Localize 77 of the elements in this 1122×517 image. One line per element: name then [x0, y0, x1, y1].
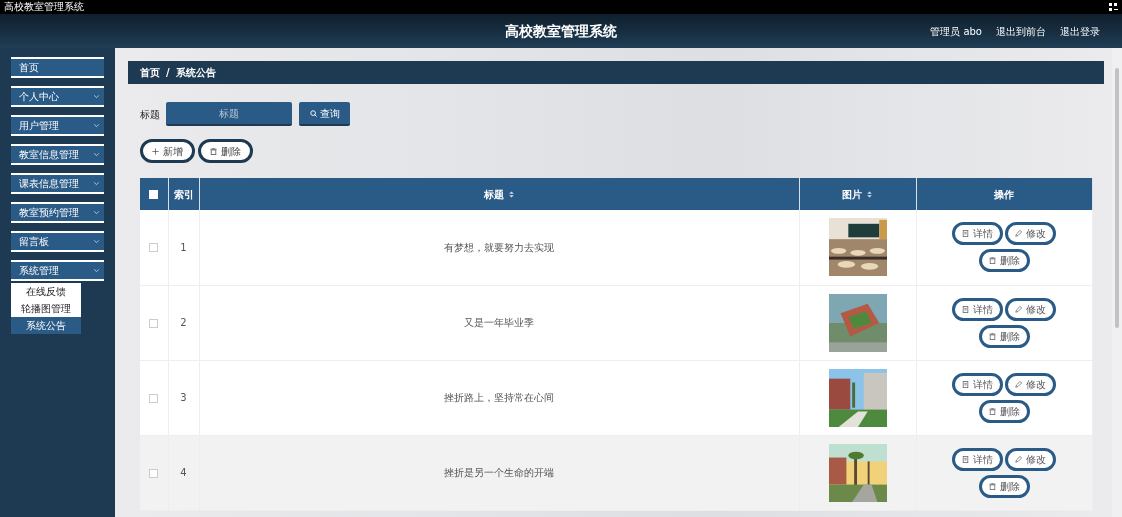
sidebar-item[interactable]: 教室信息管理 [11, 144, 104, 165]
submenu-item[interactable]: 在线反馈 [11, 283, 81, 300]
search-button[interactable]: 查询 [299, 102, 350, 126]
row-index: 4 [180, 467, 187, 478]
grid-icon [1109, 2, 1118, 12]
column-header[interactable]: 标题 [483, 188, 504, 200]
window-title: 高校教室管理系统 [4, 2, 84, 12]
header-link[interactable]: 管理员 abo [930, 23, 982, 39]
search-field[interactable]: 标题 [166, 102, 292, 126]
header-link[interactable]: 退出登录 [1060, 23, 1100, 39]
select-all-checkbox[interactable] [149, 190, 159, 199]
detail-button[interactable]: 详情 [952, 297, 1003, 321]
column-header: 索引 [173, 188, 194, 200]
search-icon [309, 109, 317, 117]
row-index: 3 [180, 392, 187, 403]
row-checkbox[interactable] [149, 243, 159, 253]
pencil-icon [1015, 380, 1022, 388]
trash-icon [210, 147, 217, 155]
chevron-down-icon [93, 267, 100, 274]
delete-button[interactable]: 删除 [198, 139, 253, 163]
row-checkbox[interactable] [149, 393, 159, 403]
document-icon [962, 380, 969, 388]
sidebar-item[interactable]: 课表信息管理 [11, 173, 104, 194]
row-checkbox[interactable] [149, 318, 159, 328]
chevron-down-icon [93, 238, 100, 245]
notice-title: 挫折是另一个生命的开端 [444, 467, 554, 478]
add-button[interactable]: 新增 [140, 139, 195, 163]
delete-button[interactable]: 删除 [978, 399, 1030, 423]
submenu-item[interactable]: 轮播图管理 [11, 300, 81, 317]
pencil-icon [1015, 305, 1022, 313]
notice-title: 又是一年毕业季 [464, 317, 534, 328]
chevron-down-icon [93, 151, 100, 158]
row-checkbox[interactable] [149, 468, 159, 478]
column-header: 操作 [994, 188, 1014, 200]
breadcrumb-link[interactable]: 首页 [140, 65, 160, 80]
delete-button[interactable]: 删除 [978, 249, 1030, 273]
sidebar-item[interactable]: 系统管理 [11, 260, 104, 281]
edit-button[interactable]: 修改 [1005, 447, 1056, 471]
row-index: 1 [180, 241, 187, 253]
trash-icon [988, 482, 996, 490]
document-icon [962, 305, 969, 313]
document-icon [962, 230, 969, 238]
chevron-down-icon [93, 122, 100, 129]
trash-icon [988, 332, 996, 340]
sidebar-item[interactable]: 教室预约管理 [11, 202, 104, 223]
detail-button[interactable]: 详情 [952, 372, 1003, 396]
delete-button[interactable]: 删除 [978, 474, 1030, 498]
sidebar-item[interactable]: 留言板 [11, 231, 104, 252]
delete-button[interactable]: 删除 [978, 324, 1030, 348]
edit-button[interactable]: 修改 [1005, 372, 1056, 396]
document-icon [962, 455, 969, 463]
search-label: 标题 [140, 107, 160, 122]
sidebar-item[interactable]: 用户管理 [11, 115, 104, 136]
sidebar-item[interactable]: 个人中心 [11, 86, 104, 107]
chevron-down-icon [93, 209, 100, 216]
header-link[interactable]: 退出到前台 [996, 23, 1046, 39]
submenu-item[interactable]: 系统公告 [11, 317, 81, 334]
edit-button[interactable]: 修改 [1005, 222, 1056, 246]
edit-button[interactable]: 修改 [1005, 297, 1056, 321]
breadcrumb-separator: / [166, 66, 170, 80]
detail-button[interactable]: 详情 [952, 447, 1003, 471]
column-header[interactable]: 图片 [842, 188, 862, 200]
notice-title: 有梦想，就要努力去实现 [444, 241, 554, 253]
sidebar-item[interactable]: 首页 [11, 57, 104, 78]
row-index: 2 [180, 317, 187, 328]
trash-icon [988, 407, 996, 415]
app-title: 高校教室管理系统 [505, 22, 617, 39]
notice-title: 挫折路上，坚持常在心间 [444, 392, 554, 403]
pencil-icon [1015, 230, 1022, 238]
pencil-icon [1015, 455, 1022, 463]
chevron-down-icon [93, 93, 100, 100]
chevron-down-icon [93, 180, 100, 187]
detail-button[interactable]: 详情 [952, 222, 1003, 246]
plus-icon [152, 147, 159, 155]
trash-icon [988, 257, 996, 265]
breadcrumb-current: 系统公告 [175, 66, 216, 80]
scrollbar[interactable] [1112, 48, 1122, 517]
